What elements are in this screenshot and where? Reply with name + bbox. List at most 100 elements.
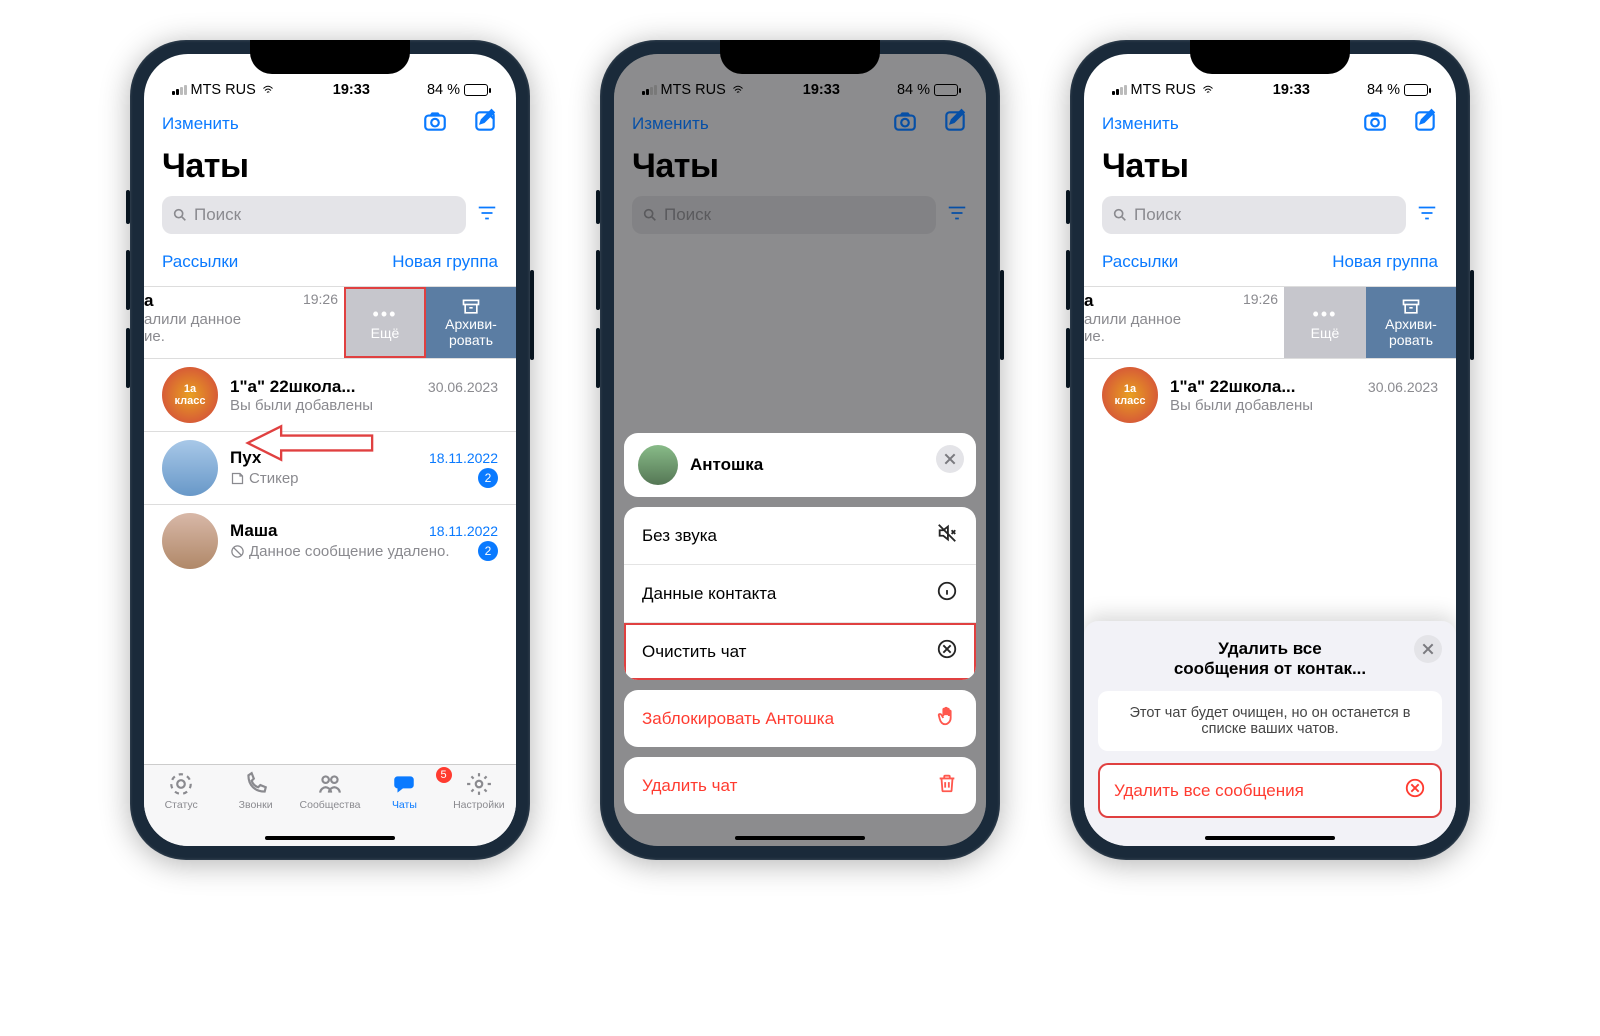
swiped-sub1: алили данное	[144, 311, 338, 328]
chats-icon	[391, 771, 417, 797]
status-bar: MTS RUS 19:33 84 %	[144, 54, 516, 102]
swipe-more-label: Ещё	[1311, 325, 1340, 341]
tab-label: Чаты	[392, 799, 417, 811]
item-label: Данные контакта	[642, 584, 776, 604]
swipe-more-button[interactable]: Ещё	[344, 287, 426, 358]
swipe-archive-button[interactable]: Архиви- ровать	[1366, 287, 1456, 358]
screen-1: MTS RUS 19:33 84 % Изменить Чаты	[144, 54, 516, 846]
screen-2: MTS RUS 19:33 84 % Изменить Чаты Поиск	[614, 54, 986, 846]
swipe-more-button[interactable]: Ещё	[1284, 287, 1366, 358]
newgroup-link[interactable]: Новая группа	[392, 252, 498, 272]
chat-subtitle: Вы были добавлены	[230, 397, 498, 414]
tab-calls[interactable]: Звонки	[218, 771, 292, 828]
clear-icon	[936, 638, 958, 665]
chat-date: 30.06.2023	[1368, 379, 1438, 395]
sheet-item-mute[interactable]: Без звука	[624, 507, 976, 565]
swiped-time: 19:26	[1243, 291, 1278, 311]
battery-label: 84 %	[427, 82, 460, 98]
tab-status[interactable]: Статус	[144, 771, 218, 828]
info-icon	[936, 580, 958, 607]
tab-chats[interactable]: 5 Чаты	[367, 771, 441, 828]
page-title: Чаты	[1084, 141, 1456, 196]
avatar	[638, 445, 678, 485]
chat-row[interactable]: Маша 18.11.2022 Данное сообщение удалено…	[144, 504, 516, 577]
chat-row[interactable]: 1акласс 1"а" 22школа... 30.06.2023 Вы бы…	[144, 358, 516, 431]
swipe-archive-button[interactable]: Архиви- ровать	[426, 287, 516, 358]
close-icon[interactable]	[936, 445, 964, 473]
close-icon[interactable]	[1414, 635, 1442, 663]
chat-name: 1"а" 22школа...	[1170, 377, 1296, 397]
clear-icon	[1404, 777, 1426, 804]
chat-subtitle: Данное сообщение удалено.	[230, 543, 450, 560]
tab-badge: 5	[436, 767, 452, 783]
chat-name: Маша	[230, 521, 277, 541]
search-input[interactable]: Поиск	[162, 196, 466, 234]
deleted-icon	[230, 544, 245, 559]
edit-button[interactable]: Изменить	[162, 114, 239, 134]
screen-3: MTS RUS 19:33 84 % Изменить Чаты Поиск	[1084, 54, 1456, 846]
tab-bar: Статус Звонки Сообщества 5 Чаты Настройк…	[144, 764, 516, 846]
swiped-sub2: ие.	[144, 328, 338, 345]
search-placeholder: Поиск	[194, 205, 241, 225]
confirm-delete-button[interactable]: Удалить все сообщения	[1098, 763, 1442, 818]
phone-frame-2: MTS RUS 19:33 84 % Изменить Чаты Поиск	[600, 40, 1000, 860]
tab-settings[interactable]: Настройки	[442, 771, 516, 828]
battery-icon	[464, 84, 488, 96]
swiped-sub1: алили данное	[1084, 311, 1278, 328]
newgroup-link[interactable]: Новая группа	[1332, 252, 1438, 272]
status-bar: MTS RUS 19:33 84 %	[1084, 54, 1456, 102]
chat-date: 18.11.2022	[429, 523, 498, 539]
mute-icon	[936, 522, 958, 549]
confirm-sheet: Удалить все сообщения от контак... Этот …	[1084, 621, 1456, 846]
confirm-action-label: Удалить все сообщения	[1114, 781, 1304, 801]
compose-icon[interactable]	[472, 108, 498, 139]
chat-row[interactable]: 1акласс 1"а" 22школа... 30.06.2023 Вы бы…	[1084, 358, 1456, 431]
carrier-label: MTS RUS	[191, 82, 256, 98]
dots-icon	[1313, 304, 1338, 325]
filter-icon[interactable]	[476, 202, 498, 229]
avatar	[162, 513, 218, 569]
chat-subtitle: Стикер	[230, 470, 299, 487]
chat-name: 1"а" 22школа...	[230, 377, 356, 397]
sheet-item-info[interactable]: Данные контакта	[624, 565, 976, 623]
signal-icon	[172, 85, 187, 95]
swiped-name: а	[144, 291, 153, 311]
edit-button[interactable]: Изменить	[1102, 114, 1179, 134]
time-label: 19:33	[333, 82, 370, 98]
sheet-item-block[interactable]: Заблокировать Антошка	[624, 690, 976, 747]
archive-icon	[459, 297, 483, 317]
swiped-chat-row: а 19:26 алили данное ие. Ещё Архиви- ров…	[1084, 286, 1456, 358]
tab-label: Статус	[165, 799, 198, 811]
broadcasts-link[interactable]: Рассылки	[162, 252, 238, 272]
tab-label: Сообщества	[300, 799, 361, 811]
filter-icon[interactable]	[1416, 202, 1438, 229]
sheet-item-clear[interactable]: Очистить чат	[624, 623, 976, 680]
archive-icon	[1399, 297, 1423, 317]
time-label: 19:33	[1273, 82, 1310, 98]
action-sheet: Антошка Без звука Данные контакта	[624, 433, 976, 824]
camera-icon[interactable]	[1362, 108, 1388, 139]
sheet-item-delete[interactable]: Удалить чат	[624, 757, 976, 814]
chat-date: 18.11.2022	[429, 450, 498, 466]
search-input[interactable]: Поиск	[1102, 196, 1406, 234]
avatar	[162, 440, 218, 496]
trash-icon	[936, 772, 958, 799]
carrier-label: MTS RUS	[1131, 82, 1196, 98]
swiped-sub2: ие.	[1084, 328, 1278, 345]
communities-icon	[317, 771, 343, 797]
annotation-arrow	[244, 424, 374, 462]
swiped-name: а	[1084, 291, 1093, 311]
action-sheet-overlay[interactable]: Антошка Без звука Данные контакта	[614, 54, 986, 846]
status-icon	[168, 771, 194, 797]
compose-icon[interactable]	[1412, 108, 1438, 139]
avatar: 1акласс	[162, 367, 218, 423]
battery-label: 84 %	[1367, 82, 1400, 98]
tab-communities[interactable]: Сообщества	[293, 771, 367, 828]
dots-icon	[373, 304, 398, 325]
swiped-time: 19:26	[303, 291, 338, 311]
camera-icon[interactable]	[422, 108, 448, 139]
contact-name: Антошка	[690, 455, 763, 475]
hand-icon	[936, 705, 958, 732]
broadcasts-link[interactable]: Рассылки	[1102, 252, 1178, 272]
home-indicator	[1205, 836, 1335, 840]
